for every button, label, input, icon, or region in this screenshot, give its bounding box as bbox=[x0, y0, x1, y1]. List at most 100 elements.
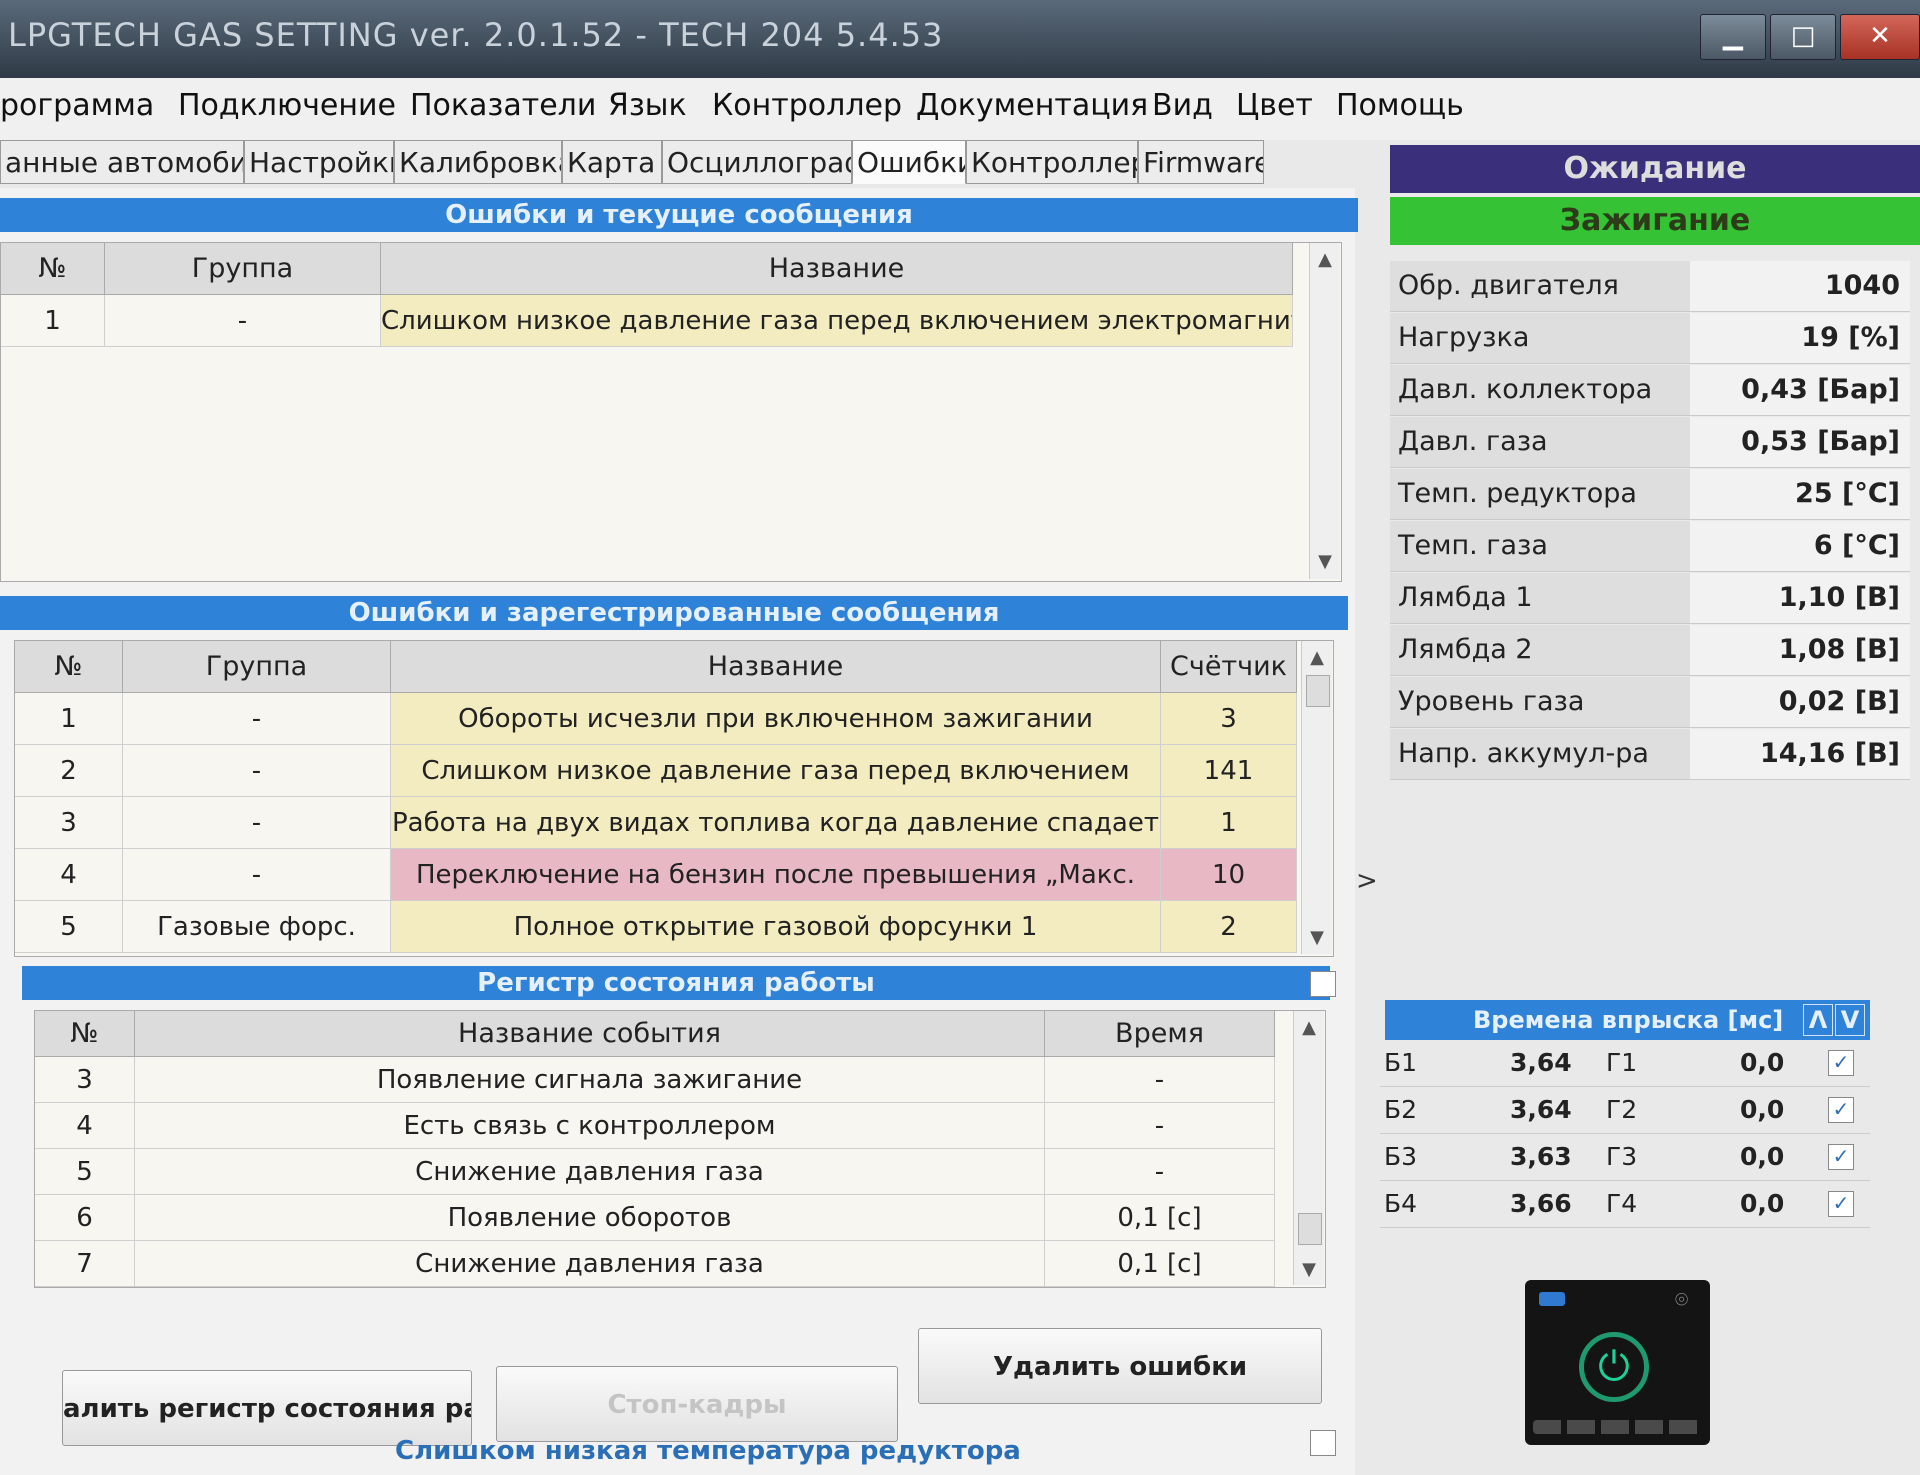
param-row-lambda1: Лямбда 1 1,10 [B] bbox=[1390, 573, 1910, 624]
col-header-event-name[interactable]: Название события bbox=[135, 1011, 1045, 1057]
tab-map[interactable]: Карта bbox=[562, 140, 662, 184]
param-label: Темп. газа bbox=[1390, 521, 1690, 571]
scroll-down-icon[interactable]: ▼ bbox=[1294, 1259, 1324, 1280]
registered-errors-grid: № Группа Название Счётчик 1 - Обороты ис… bbox=[14, 640, 1334, 957]
delete-errors-button[interactable]: Удалить ошибки bbox=[918, 1328, 1322, 1404]
camera-icon: ⌾ bbox=[1675, 1288, 1689, 1313]
scale-up-button[interactable]: Λ bbox=[1803, 1004, 1833, 1036]
scroll-down-icon[interactable]: ▼ bbox=[1302, 927, 1332, 948]
tab-strip: анные автомобиля Настройки Калибровка Ка… bbox=[0, 140, 1270, 188]
petrol-injector-label: Б3 bbox=[1384, 1142, 1418, 1171]
param-value: 0,53 [Бар] bbox=[1690, 417, 1910, 467]
tab-oscilloscope[interactable]: Осциллограф bbox=[662, 140, 852, 184]
gas-injector-value: 0,0 bbox=[1740, 1189, 1785, 1218]
menu-help[interactable]: Помощь bbox=[1336, 88, 1464, 123]
param-row-battery: Напр. аккумул-ра 14,16 [B] bbox=[1390, 729, 1910, 780]
clear-log-button[interactable]: алить регистр состояния рабс bbox=[62, 1370, 472, 1446]
cell-counter: 1 bbox=[1161, 797, 1297, 849]
event-log-grid: № Название события Время 3 Появление сиг… bbox=[34, 1010, 1326, 1288]
tab-controller[interactable]: Контроллер bbox=[966, 140, 1138, 184]
param-row-rpm: Обр. двигателя 1040 bbox=[1390, 261, 1910, 312]
param-row-gas-temp: Темп. газа 6 [°C] bbox=[1390, 521, 1910, 572]
menu-indicators[interactable]: Показатели bbox=[410, 88, 596, 123]
scroll-thumb[interactable] bbox=[1298, 1213, 1322, 1245]
cell-event-name: Есть связь с контроллером bbox=[135, 1103, 1045, 1149]
param-row-gas-level: Уровень газа 0,02 [B] bbox=[1390, 677, 1910, 728]
col-header-number[interactable]: № bbox=[35, 1011, 135, 1057]
injection-row: Б4 3,66 Г4 0,0 ✓ bbox=[1380, 1181, 1870, 1228]
menu-documentation[interactable]: Документация bbox=[916, 88, 1148, 123]
gas-injector-value: 0,0 bbox=[1740, 1048, 1785, 1077]
petrol-injector-value: 3,64 bbox=[1510, 1095, 1572, 1124]
scroll-thumb[interactable] bbox=[1306, 675, 1330, 707]
tab-car-data[interactable]: анные автомобиля bbox=[0, 140, 244, 184]
param-value: 25 [°C] bbox=[1690, 469, 1910, 519]
col-header-number[interactable]: № bbox=[15, 641, 123, 693]
tab-calibration[interactable]: Калибровка bbox=[394, 140, 562, 184]
maximize-button[interactable]: □ bbox=[1770, 14, 1836, 60]
scale-down-button[interactable]: V bbox=[1835, 1004, 1865, 1036]
current-errors-title: Ошибки и текущие сообщения bbox=[0, 198, 1358, 232]
scroll-up-icon[interactable]: ▲ bbox=[1294, 1017, 1324, 1038]
scroll-up-icon[interactable]: ▲ bbox=[1302, 647, 1332, 668]
event-log-scrollbar[interactable]: ▲ ▼ bbox=[1293, 1011, 1324, 1285]
col-header-group[interactable]: Группа bbox=[123, 641, 391, 693]
petrol-injector-value: 3,63 bbox=[1510, 1142, 1572, 1171]
current-errors-grid: № Группа Название 1 - Слишком низкое дав… bbox=[0, 242, 1342, 582]
cell-counter: 3 bbox=[1161, 693, 1297, 745]
menu-color[interactable]: Цвет bbox=[1236, 88, 1313, 123]
petrol-injector-value: 3,64 bbox=[1510, 1048, 1572, 1077]
param-value: 1,08 [B] bbox=[1690, 625, 1910, 675]
event-log-checkbox[interactable] bbox=[1310, 971, 1336, 997]
menu-connection[interactable]: Подключение bbox=[178, 88, 396, 123]
injection-row: Б3 3,63 Г3 0,0 ✓ bbox=[1380, 1134, 1870, 1181]
col-header-number[interactable]: № bbox=[1, 243, 105, 295]
event-log-title: Регистр состояния работы bbox=[22, 966, 1330, 1000]
cell-name: Работа на двух видах топлива когда давле… bbox=[391, 797, 1161, 849]
current-errors-scrollbar[interactable]: ▲ ▼ bbox=[1309, 243, 1340, 579]
minimize-button[interactable]: ▁ bbox=[1700, 14, 1766, 60]
menu-bar: рограмма Подключение Показатели Язык Кон… bbox=[0, 78, 1920, 140]
menu-view[interactable]: Вид bbox=[1152, 88, 1213, 123]
scroll-up-icon[interactable]: ▲ bbox=[1310, 249, 1340, 270]
tab-errors[interactable]: Ошибки bbox=[852, 140, 966, 184]
petrol-injector-label: Б2 bbox=[1384, 1095, 1418, 1124]
cell-event-name: Появление оборотов bbox=[135, 1195, 1045, 1241]
cell-name: Слишком низкое давление газа перед включ… bbox=[381, 295, 1293, 347]
param-label: Темп. редуктора bbox=[1390, 469, 1690, 519]
param-label: Лямбда 1 bbox=[1390, 573, 1690, 623]
close-button[interactable]: ✕ bbox=[1840, 14, 1920, 60]
gas-switch-image[interactable]: ⌾ ⏻ bbox=[1525, 1280, 1710, 1445]
col-header-counter[interactable]: Счётчик bbox=[1161, 641, 1297, 693]
tab-settings[interactable]: Настройки bbox=[244, 140, 394, 184]
cell-name: Обороты исчезли при включенном зажигании bbox=[391, 693, 1161, 745]
scroll-down-icon[interactable]: ▼ bbox=[1310, 551, 1340, 572]
menu-controller[interactable]: Контроллер bbox=[712, 88, 902, 123]
col-header-name[interactable]: Название bbox=[381, 243, 1293, 295]
cell-group: - bbox=[123, 849, 391, 901]
col-header-group[interactable]: Группа bbox=[105, 243, 381, 295]
injector-checkbox[interactable]: ✓ bbox=[1828, 1144, 1854, 1170]
cell-group: - bbox=[123, 693, 391, 745]
col-header-time[interactable]: Время bbox=[1045, 1011, 1275, 1057]
freeze-frames-button[interactable]: Стоп-кадры bbox=[496, 1366, 898, 1442]
cell-number: 4 bbox=[35, 1103, 135, 1149]
injector-checkbox[interactable]: ✓ bbox=[1828, 1097, 1854, 1123]
status-checkbox[interactable] bbox=[1310, 1430, 1336, 1456]
param-value: 0,02 [B] bbox=[1690, 677, 1910, 727]
param-label: Давл. коллектора bbox=[1390, 365, 1690, 415]
gas-injector-label: Г2 bbox=[1606, 1095, 1638, 1124]
registered-errors-scrollbar[interactable]: ▲ ▼ bbox=[1301, 641, 1332, 954]
menu-language[interactable]: Язык bbox=[608, 88, 687, 123]
panel-collapse-arrow[interactable]: > bbox=[1356, 866, 1378, 896]
col-header-name[interactable]: Название bbox=[391, 641, 1161, 693]
injector-checkbox[interactable]: ✓ bbox=[1828, 1050, 1854, 1076]
cell-counter: 141 bbox=[1161, 745, 1297, 797]
injector-checkbox[interactable]: ✓ bbox=[1828, 1191, 1854, 1217]
param-row-load: Нагрузка 19 [%] bbox=[1390, 313, 1910, 364]
menu-program[interactable]: рограмма bbox=[0, 88, 154, 123]
cell-number: 1 bbox=[1, 295, 105, 347]
tab-firmware[interactable]: Firmware bbox=[1138, 140, 1264, 184]
cell-time: 0,1 [c] bbox=[1045, 1195, 1275, 1241]
cell-time: - bbox=[1045, 1149, 1275, 1195]
